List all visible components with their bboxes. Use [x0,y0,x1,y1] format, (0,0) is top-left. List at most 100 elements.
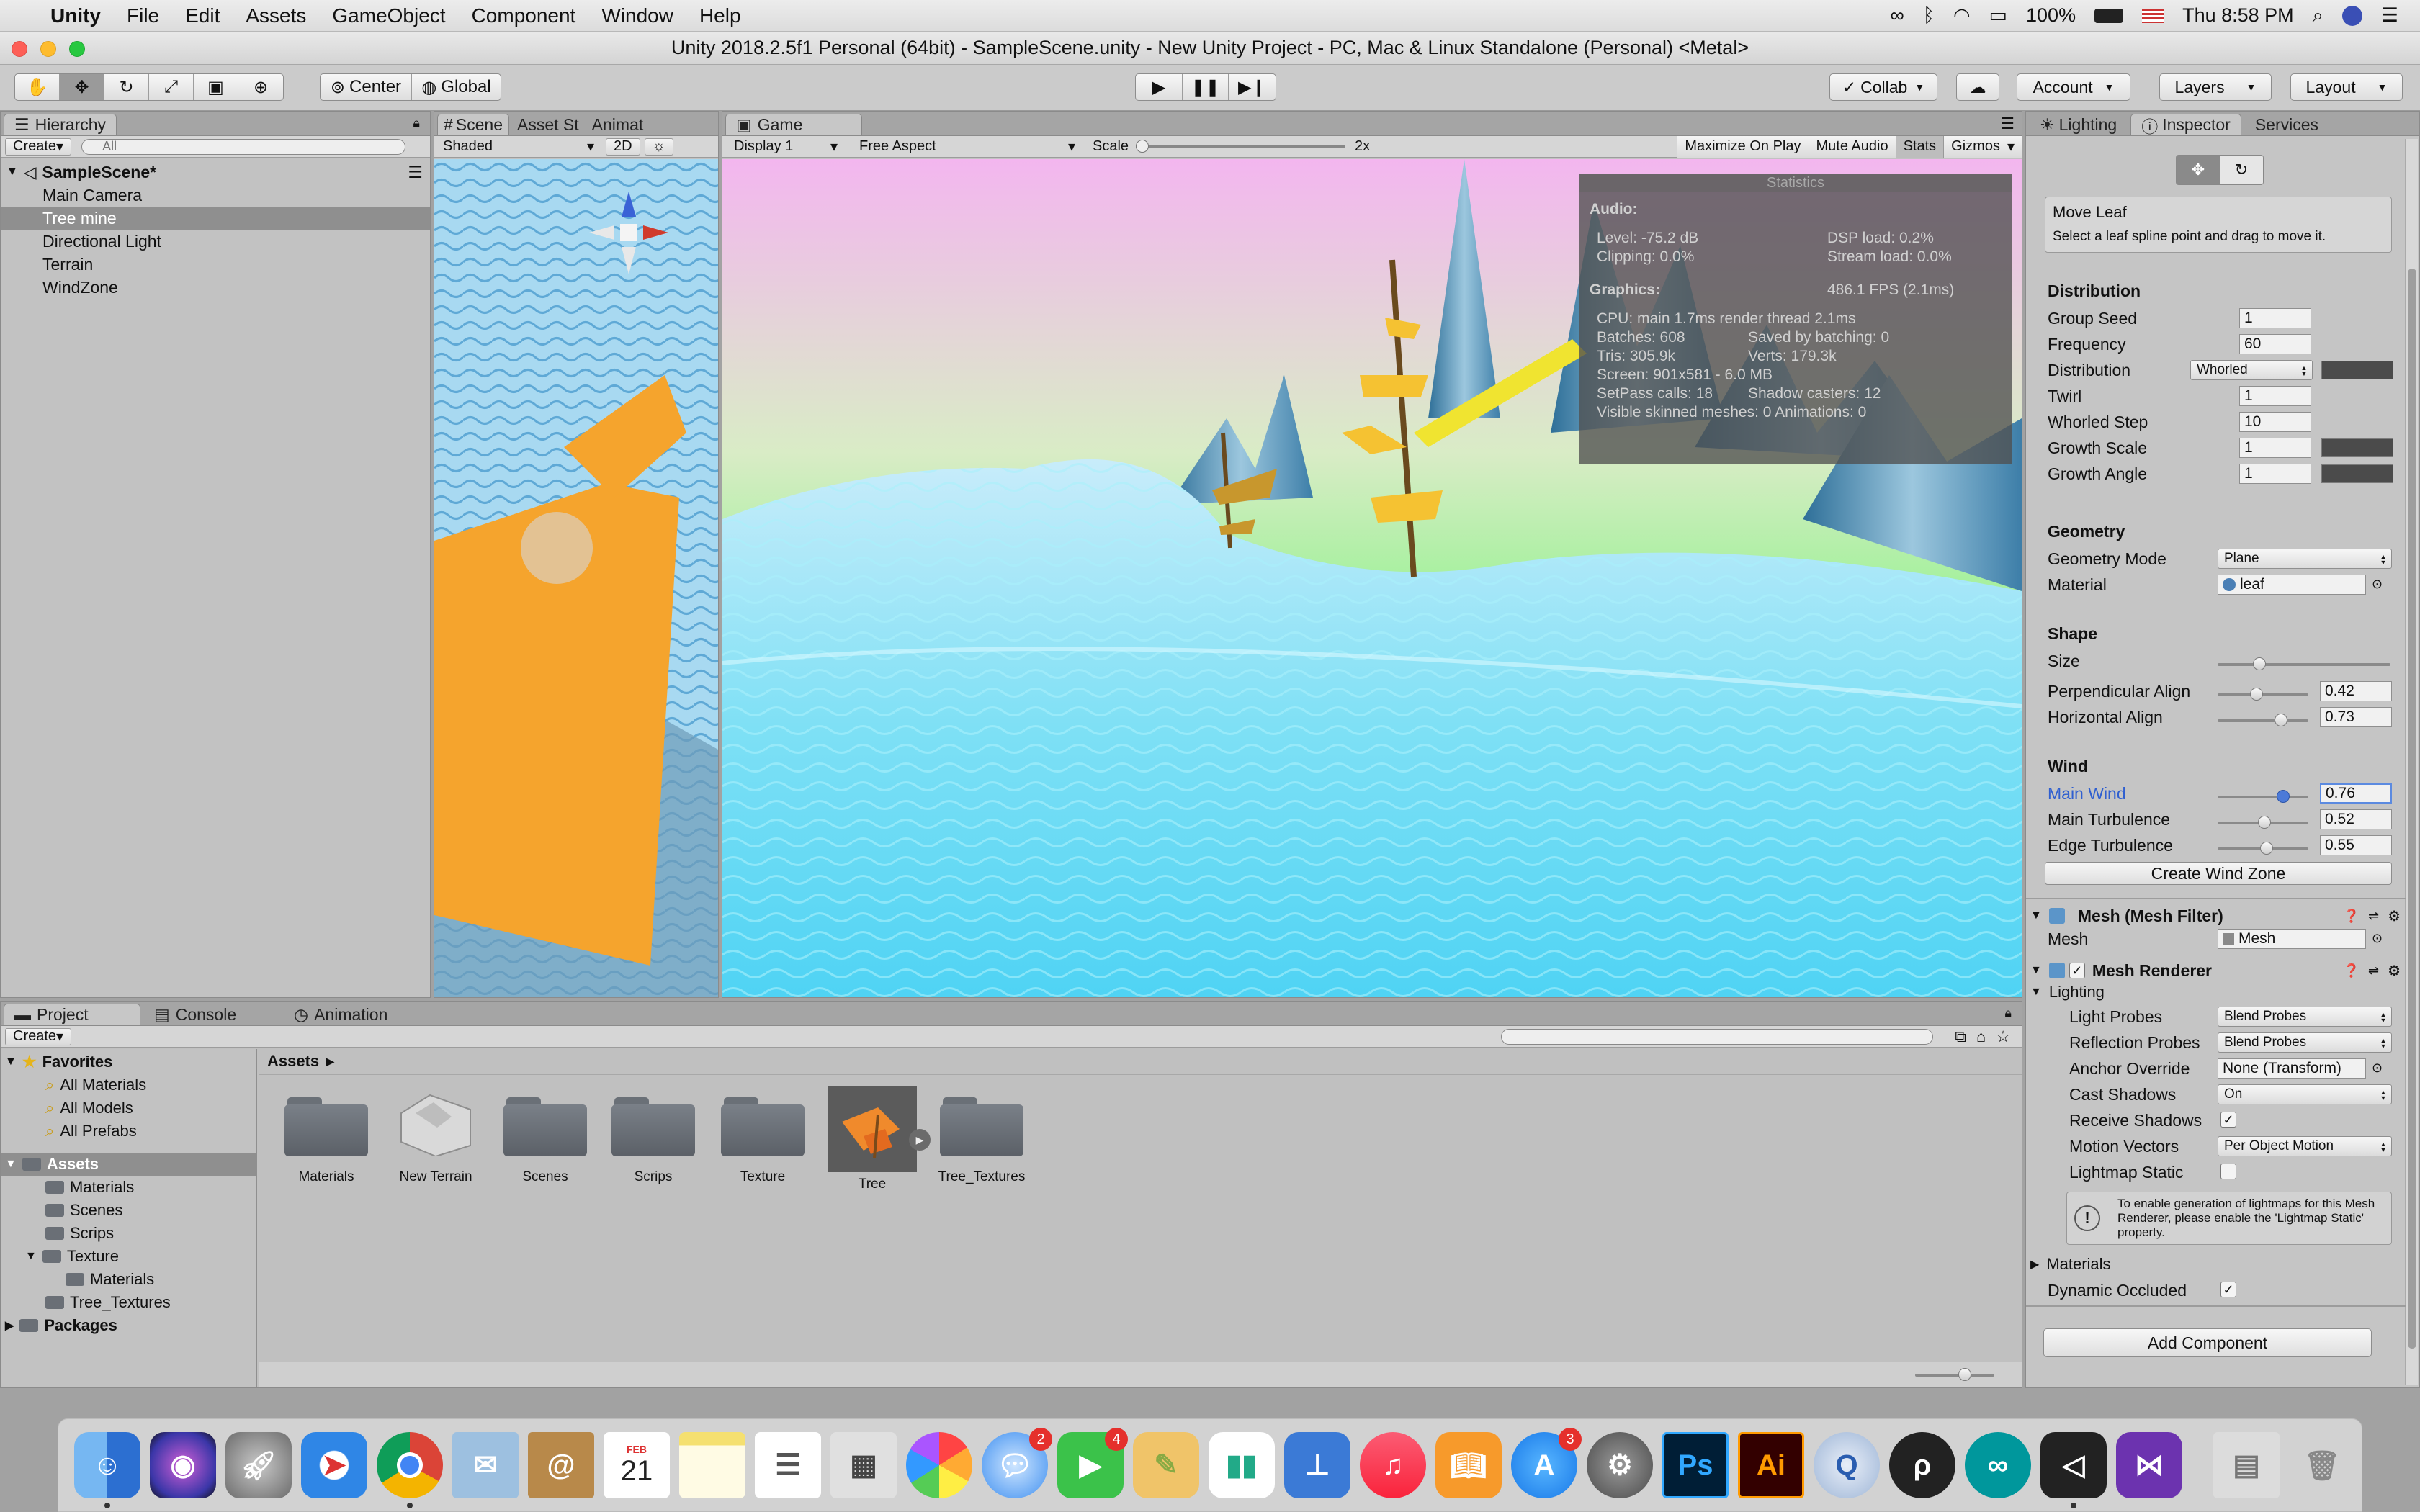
illustrator-icon[interactable]: Ai [1738,1432,1804,1498]
inspector-scroll-thumb[interactable] [2408,269,2416,1349]
folder-row[interactable]: Scenes [45,1199,122,1222]
breadcrumb-assets[interactable]: Assets [267,1052,319,1071]
horizontal-align-field[interactable]: 0.73 [2320,707,2392,727]
reminders-icon[interactable]: ☰ [755,1432,821,1498]
menu-app-name[interactable]: Unity [37,4,114,27]
asset-item[interactable]: Scenes [498,1094,592,1185]
light-probes-dropdown[interactable]: Blend Probes [2218,1007,2392,1027]
tab-hierarchy[interactable]: ☰ Hierarchy [4,114,117,135]
chrome-icon[interactable] [377,1432,443,1508]
books-icon[interactable]: 📖︎ [1435,1432,1502,1498]
p3-app-icon[interactable]: ρ [1889,1432,1955,1498]
foldout-arrow-icon[interactable]: ▼ [5,1056,17,1068]
distribution-curve[interactable] [2321,361,2393,379]
help-book-icon[interactable]: ❓ [2344,909,2360,924]
calendar-icon[interactable]: FEB 21 [604,1432,670,1498]
favorite-item[interactable]: ⌕ All Models [45,1097,133,1120]
group-seed-field[interactable]: 1 [2239,308,2311,328]
size-slider[interactable] [2218,657,2390,670]
foldout-arrow-icon[interactable]: ▼ [2030,964,2042,977]
hierarchy-create-button[interactable]: Create ▾ [5,138,72,156]
asset-item[interactable]: Scrips [606,1094,700,1185]
help-book-icon[interactable]: ❓ [2344,963,2360,978]
mesh-field[interactable]: Mesh [2218,929,2366,949]
main-wind-knob[interactable] [2277,790,2290,803]
hierarchy-search-input[interactable] [81,138,406,155]
receive-shadows-checkbox[interactable]: ✓ [2220,1112,2236,1128]
perpendicular-align-knob[interactable] [2250,688,2264,701]
step-icon[interactable]: ▶❙ [1229,74,1276,100]
app-store-icon[interactable]: A3 [1511,1428,1582,1498]
transform-tool-icon[interactable]: ⊕ [238,74,283,100]
pages-icon[interactable]: ✎ [1133,1432,1199,1498]
growth-scale-field[interactable]: 1 [2239,438,2311,458]
preset-icon[interactable]: ⇌ [2368,909,2379,924]
favorites-row[interactable]: ▼ ★ Favorites [5,1050,112,1074]
panel-menu-icon[interactable]: ☰ [2000,114,2015,133]
tab-game[interactable]: ▣ Game [725,114,862,135]
photoshop-icon[interactable]: Ps [1662,1432,1729,1498]
preview-icon[interactable]: ▦ [830,1432,897,1498]
component-settings-icon[interactable]: ⚙ [2388,907,2401,925]
growth-angle-field[interactable]: 1 [2239,464,2311,484]
foldout-arrow-icon[interactable]: ▶ [5,1318,14,1333]
mute-audio-toggle[interactable]: Mute Audio [1808,135,1896,158]
icon-size-slider[interactable] [1915,1368,1994,1381]
inspector-scrollbar[interactable] [2405,139,2418,1385]
asset-item[interactable]: Materials [279,1094,373,1185]
folder-row[interactable]: Materials [66,1268,154,1291]
hand-tool-icon[interactable]: ✋ [15,74,60,100]
trash-icon[interactable]: 🗑︎ [2289,1432,2355,1498]
expand-prefab-icon[interactable]: ▶ [909,1129,931,1151]
game-viewport[interactable]: Statistics Audio: Level: -75.2 dB Clippi… [722,159,2022,997]
motion-vectors-dropdown[interactable]: Per Object Motion [2218,1136,2392,1156]
foldout-arrow-icon[interactable]: ▼ [25,1250,37,1263]
packages-row[interactable]: ▶ Packages [5,1314,117,1337]
scene-viewport[interactable] [434,159,718,997]
mesh-filter-header-row[interactable]: ▼ Mesh (Mesh Filter) ❓ ⇌ ⚙ [2026,904,2406,928]
growth-scale-curve[interactable] [2321,438,2393,457]
close-window-icon[interactable] [12,41,27,57]
numbers-icon[interactable]: ▮▮ [1209,1432,1275,1498]
tab-inspector[interactable]: ⓘ Inspector [2130,114,2241,135]
layout-dropdown[interactable]: Layout ▼ [2290,73,2403,101]
perpendicular-align-field[interactable]: 0.42 [2320,681,2392,701]
move-tool-icon[interactable]: ✥ [60,74,104,100]
edge-turbulence-slider[interactable] [2218,842,2308,855]
pivot-center-button[interactable]: ⊚ Center [321,74,412,100]
twirl-field[interactable]: 1 [2239,386,2311,406]
input-source-flag-icon[interactable] [2142,8,2164,23]
zoom-window-icon[interactable] [69,41,85,57]
asset-item[interactable]: New Terrain [389,1094,483,1185]
main-wind-field[interactable]: 0.76 [2320,783,2392,804]
size-slider-knob[interactable] [2252,657,2266,670]
growth-angle-curve[interactable] [2321,464,2393,483]
pause-icon[interactable]: ❚❚ [1183,74,1229,100]
project-search-input[interactable] [1501,1028,1934,1045]
unity-icon[interactable]: ◁ [2040,1432,2107,1508]
siri-icon[interactable]: ◉ [150,1432,216,1498]
search-by-type-icon[interactable]: ⧉ [1955,1027,1966,1046]
notification-center-icon[interactable]: ☰ [2381,4,2398,27]
wifi-icon[interactable]: ◠ [1953,4,1971,27]
lock-icon[interactable]: 🔒︎ [2004,1006,2012,1021]
menu-file[interactable]: File [114,4,172,27]
scene-options-icon[interactable]: ☰ [408,163,423,182]
folder-row[interactable]: Materials [45,1176,134,1199]
object-picker-icon[interactable]: ⊙ [2372,931,2383,946]
user-avatar-icon[interactable] [2341,5,2362,26]
expand-arrow-icon[interactable]: ▼ [6,166,18,179]
hierarchy-item[interactable]: Directional Light [1,230,430,253]
asset-item-selected[interactable]: Tree [825,1086,919,1192]
tab-console[interactable]: ▤ Console [143,1004,280,1025]
favorite-item[interactable]: ⌕ All Materials [45,1074,146,1097]
hierarchy-item[interactable]: Main Camera [1,184,430,207]
hierarchy-item[interactable]: WindZone [1,276,430,299]
mesh-renderer-enabled-checkbox[interactable]: ✓ [2069,963,2085,978]
airplay-icon[interactable]: ▭ [1989,4,2008,27]
tab-project[interactable]: ▬ Project [4,1004,140,1025]
tab-services[interactable]: Services [2244,114,2329,135]
menu-edit[interactable]: Edit [172,4,233,27]
whorled-step-field[interactable]: 10 [2239,412,2311,432]
edge-turbulence-field[interactable]: 0.55 [2320,835,2392,855]
